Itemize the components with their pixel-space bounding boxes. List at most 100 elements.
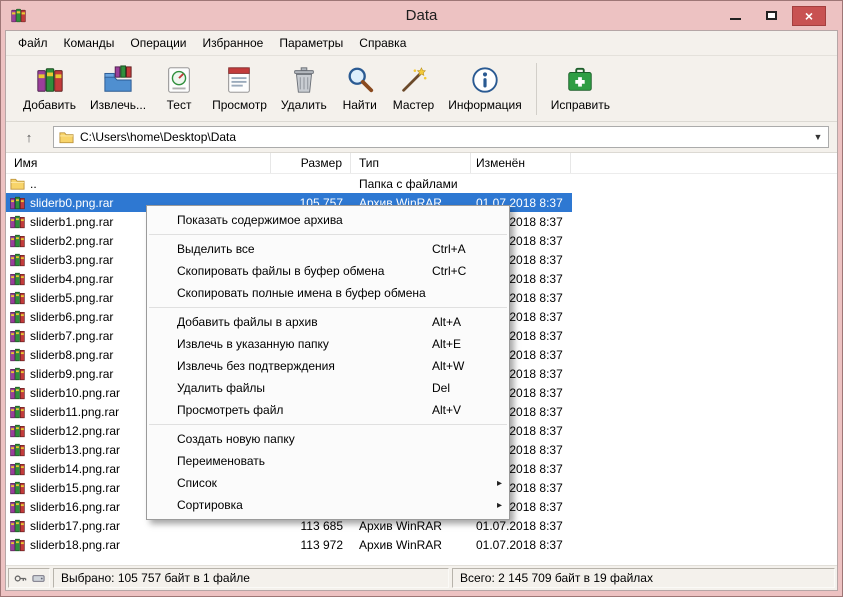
rar-file-icon — [10, 291, 25, 305]
menu-item-select-all[interactable]: Выделить все Ctrl+A — [147, 238, 509, 260]
file-name: sliderb15.png.rar — [30, 481, 120, 495]
test-icon — [164, 65, 194, 95]
status-selected-text: Выбрано: 105 757 байт в 1 файле — [61, 571, 250, 585]
close-icon: × — [805, 8, 813, 24]
rar-file-icon — [10, 367, 25, 381]
rar-file-icon — [10, 348, 25, 362]
file-type: Папка с файлами — [351, 177, 471, 191]
extract-button[interactable]: Извлечь... — [83, 61, 153, 116]
menu-commands[interactable]: Команды — [56, 31, 123, 55]
rar-file-icon — [10, 234, 25, 248]
repair-button[interactable]: Исправить — [544, 61, 617, 116]
rar-file-icon — [10, 253, 25, 267]
wizard-button[interactable]: Мастер — [386, 61, 442, 116]
status-selected-panel: Выбрано: 105 757 байт в 1 файле — [53, 568, 449, 588]
view-icon — [224, 65, 254, 95]
info-button[interactable]: Информация — [441, 61, 528, 116]
file-name: sliderb12.png.rar — [30, 424, 120, 438]
file-name: sliderb16.png.rar — [30, 500, 120, 514]
file-name: sliderb7.png.rar — [30, 329, 113, 343]
file-name: sliderb6.png.rar — [30, 310, 113, 324]
rar-file-icon — [10, 405, 25, 419]
file-name: sliderb13.png.rar — [30, 443, 120, 457]
list-header: Имя Размер Тип Изменён — [6, 153, 837, 174]
minimize-button[interactable] — [720, 6, 750, 26]
winrar-app-icon[interactable] — [9, 7, 28, 24]
find-button[interactable]: Найти — [334, 61, 386, 116]
winrar-window: Data × Файл Команды Операции Избранное П… — [0, 0, 843, 597]
file-name: sliderb5.png.rar — [30, 291, 113, 305]
maximize-button[interactable] — [756, 6, 786, 26]
file-row[interactable]: sliderb18.png.rar 113 972 Архив WinRAR 0… — [6, 535, 572, 554]
repair-icon — [565, 65, 595, 95]
status-total-panel: Всего: 2 145 709 байт в 19 файлах — [452, 568, 835, 588]
trash-icon — [289, 65, 319, 95]
file-name: sliderb4.png.rar — [30, 272, 113, 286]
status-icons-panel — [8, 568, 50, 588]
rar-file-icon — [10, 196, 25, 210]
minimize-icon — [730, 18, 741, 20]
column-header-size[interactable]: Размер — [271, 153, 351, 173]
column-header-modified[interactable]: Изменён — [471, 153, 571, 173]
titlebar: Data × — [5, 1, 838, 30]
up-directory-button[interactable]: ↑ — [14, 126, 44, 148]
menu-item-view-file[interactable]: Просмотреть файл Alt+V — [147, 399, 509, 421]
rar-file-icon — [10, 481, 25, 495]
menu-item-copy-full-names[interactable]: Скопировать полные имена в буфер обмена — [147, 282, 509, 304]
file-name: sliderb11.png.rar — [30, 405, 119, 419]
delete-button[interactable]: Удалить — [274, 61, 334, 116]
menu-item-add-to-archive[interactable]: Добавить файлы в архив Alt+A — [147, 311, 509, 333]
menu-file[interactable]: Файл — [10, 31, 56, 55]
rar-file-icon — [10, 329, 25, 343]
file-name: .. — [30, 177, 37, 191]
submenu-arrow-icon: ▸ — [492, 478, 502, 489]
address-path: C:\Users\home\Desktop\Data — [80, 130, 804, 144]
menu-item-delete-files[interactable]: Удалить файлы Del — [147, 377, 509, 399]
test-button[interactable]: Тест — [153, 61, 205, 116]
menu-item-extract-no-confirm[interactable]: Извлечь без подтверждения Alt+W — [147, 355, 509, 377]
address-combobox[interactable]: C:\Users\home\Desktop\Data ▼ — [53, 126, 829, 148]
rar-file-icon — [10, 215, 25, 229]
rar-file-icon — [10, 310, 25, 324]
up-arrow-icon: ↑ — [26, 130, 33, 145]
file-name: sliderb0.png.rar — [30, 196, 113, 210]
close-button[interactable]: × — [792, 6, 826, 26]
column-header-rest — [571, 153, 837, 173]
view-button[interactable]: Просмотр — [205, 61, 274, 116]
file-name: sliderb3.png.rar — [30, 253, 113, 267]
menu-item-create-folder[interactable]: Создать новую папку — [147, 428, 509, 450]
column-header-name[interactable]: Имя — [6, 153, 271, 173]
menu-item-rename[interactable]: Переименовать — [147, 450, 509, 472]
file-row-up[interactable]: .. Папка с файлами — [6, 174, 572, 193]
menu-item-list[interactable]: Список ▸ — [147, 472, 509, 494]
file-size: 113 972 — [271, 538, 351, 552]
file-name: sliderb18.png.rar — [30, 538, 120, 552]
add-button[interactable]: Добавить — [16, 61, 83, 116]
menu-item-extract-to-folder[interactable]: Извлечь в указанную папку Alt+E — [147, 333, 509, 355]
rar-file-icon — [10, 462, 25, 476]
file-name: sliderb1.png.rar — [30, 215, 113, 229]
file-modified: 01.07.2018 8:37 — [471, 519, 571, 533]
maximize-icon — [766, 11, 777, 20]
menu-item-show-archive-contents[interactable]: Показать содержимое архива — [147, 209, 509, 231]
menu-separator — [149, 424, 507, 425]
menu-operations[interactable]: Операции — [122, 31, 194, 55]
status-total-text: Всего: 2 145 709 байт в 19 файлах — [460, 571, 653, 585]
file-type: Архив WinRAR — [351, 519, 471, 533]
menu-options[interactable]: Параметры — [271, 31, 351, 55]
wizard-wand-icon — [398, 65, 428, 95]
add-archive-icon — [35, 65, 65, 95]
rar-file-icon — [10, 519, 25, 533]
dropdown-arrow-icon[interactable]: ▼ — [810, 132, 826, 142]
menu-favorites[interactable]: Избранное — [195, 31, 272, 55]
menu-bar: Файл Команды Операции Избранное Параметр… — [6, 31, 837, 56]
column-header-type[interactable]: Тип — [351, 153, 471, 173]
menu-item-sort[interactable]: Сортировка ▸ — [147, 494, 509, 516]
menu-item-copy-files[interactable]: Скопировать файлы в буфер обмена Ctrl+C — [147, 260, 509, 282]
menu-help[interactable]: Справка — [351, 31, 414, 55]
rar-file-icon — [10, 424, 25, 438]
file-name: sliderb17.png.rar — [30, 519, 120, 533]
menu-separator — [149, 307, 507, 308]
file-size: 113 685 — [271, 519, 351, 533]
address-row: ↑ C:\Users\home\Desktop\Data ▼ — [6, 122, 837, 153]
